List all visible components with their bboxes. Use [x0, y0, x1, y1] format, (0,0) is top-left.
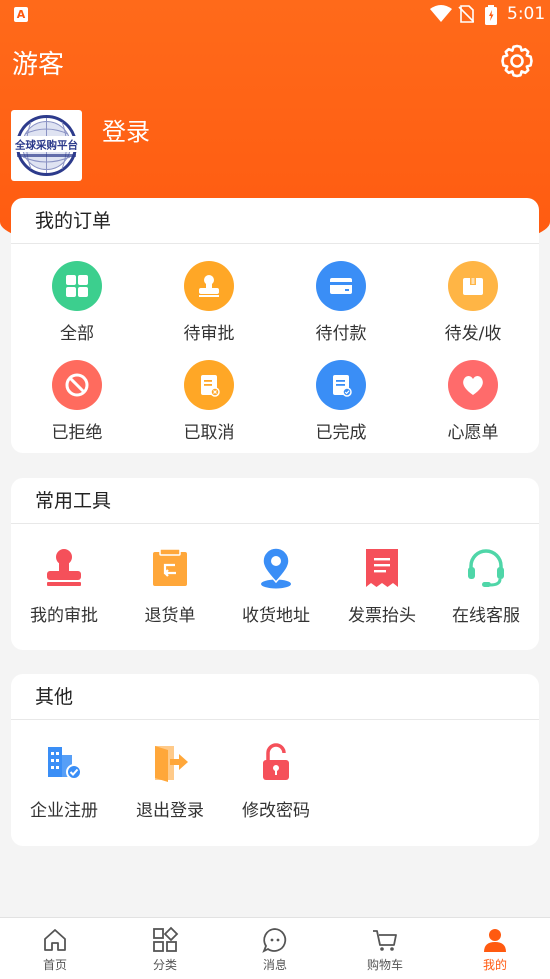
order-pending-approval-button[interactable]: 待审批 [143, 261, 275, 344]
logout-button[interactable]: 退出登录 [117, 738, 223, 821]
platform-logo: 全球采购平台 [13, 115, 80, 176]
order-pending-payment-label: 待付款 [315, 324, 367, 344]
order-pending-payment-button[interactable]: 待付款 [275, 261, 407, 344]
order-rejected-label: 已拒绝 [51, 423, 103, 443]
bottom-tab-bar: 首页 分类 消息 购物车 我的 [0, 917, 550, 979]
grid-icon [52, 261, 102, 311]
doc-cancel-icon [184, 360, 234, 410]
tab-cart-label: 购物车 [366, 958, 403, 972]
tab-profile[interactable]: 我的 [440, 918, 550, 979]
tab-messages[interactable]: 消息 [220, 918, 330, 979]
return-doc-icon [145, 543, 195, 593]
message-icon [262, 928, 287, 953]
tab-category-label: 分类 [152, 958, 177, 972]
status-bar: A 5:01 [0, 0, 550, 30]
profile-icon [484, 929, 506, 952]
orders-card: 我的订单 全部 待审批 待付款 待发/收 已拒绝 已取消 已完成 心愿单 [11, 198, 539, 453]
login-link[interactable]: 登录 [102, 112, 150, 147]
enterprise-register-button[interactable]: 企业注册 [11, 738, 117, 821]
tab-messages-label: 消息 [262, 958, 287, 972]
status-time: 5:01 [507, 4, 546, 24]
my-approvals-label: 我的审批 [30, 606, 98, 626]
building-check-icon [39, 738, 89, 788]
cart-icon [373, 930, 397, 951]
enterprise-register-label: 企业注册 [30, 801, 98, 821]
other-card: 其他 企业注册 退出登录 修改密码 [11, 674, 539, 846]
order-completed-button[interactable]: 已完成 [275, 360, 407, 443]
wishlist-label: 心愿单 [447, 423, 499, 443]
order-all-label: 全部 [60, 324, 94, 344]
online-service-button[interactable]: 在线客服 [433, 543, 539, 626]
tab-home-label: 首页 [42, 958, 67, 972]
card-icon [316, 261, 366, 311]
order-shipping-button[interactable]: 待发/收 [407, 261, 539, 344]
my-approvals-button[interactable]: 我的审批 [11, 543, 117, 626]
invoice-title-button[interactable]: 发票抬头 [329, 543, 435, 626]
order-shipping-label: 待发/收 [444, 324, 502, 344]
order-cancelled-button[interactable]: 已取消 [143, 360, 275, 443]
headset-icon [461, 543, 511, 593]
wishlist-button[interactable]: 心愿单 [407, 360, 539, 443]
location-icon [251, 543, 301, 593]
order-rejected-button[interactable]: 已拒绝 [11, 360, 143, 443]
category-icon [153, 926, 179, 952]
lock-icon [251, 738, 301, 788]
prohibit-icon [52, 360, 102, 410]
tab-home[interactable]: 首页 [0, 918, 110, 979]
other-title: 其他 [11, 674, 539, 720]
wifi-icon [430, 5, 452, 22]
online-service-label: 在线客服 [452, 606, 520, 626]
invoice-icon [357, 543, 407, 593]
tab-cart[interactable]: 购物车 [330, 918, 440, 979]
order-all-button[interactable]: 全部 [11, 261, 143, 344]
gear-icon[interactable] [498, 42, 536, 80]
order-completed-label: 已完成 [315, 423, 367, 443]
page-title: 游客 [12, 50, 65, 80]
box-icon [448, 261, 498, 311]
tools-card: 常用工具 我的审批 退货单 收货地址 发票抬头 在线客服 [11, 478, 539, 650]
avatar[interactable]: 全球采购平台 [11, 110, 82, 181]
doc-check-icon [316, 360, 366, 410]
orders-title: 我的订单 [11, 198, 539, 244]
stamp-icon [184, 261, 234, 311]
tab-profile-label: 我的 [482, 958, 507, 972]
stamp-icon [39, 543, 89, 593]
tools-title: 常用工具 [11, 478, 539, 524]
no-sim-icon [458, 5, 474, 23]
invoice-title-label: 发票抬头 [348, 606, 416, 626]
order-cancelled-label: 已取消 [183, 423, 235, 443]
logout-icon [145, 738, 195, 788]
return-order-button[interactable]: 退货单 [117, 543, 223, 626]
change-password-label: 修改密码 [242, 801, 310, 821]
shipping-address-button[interactable]: 收货地址 [223, 543, 329, 626]
change-password-button[interactable]: 修改密码 [223, 738, 329, 821]
order-pending-approval-label: 待审批 [183, 324, 235, 344]
battery-icon [485, 5, 497, 25]
logout-label: 退出登录 [136, 801, 204, 821]
tab-category[interactable]: 分类 [110, 918, 220, 979]
shipping-address-label: 收货地址 [242, 606, 310, 626]
return-order-label: 退货单 [144, 606, 196, 626]
notification-app-icon: A [14, 7, 28, 22]
home-icon [44, 929, 66, 951]
heart-icon [448, 360, 498, 410]
svg-text:全球采购平台: 全球采购平台 [14, 139, 78, 152]
